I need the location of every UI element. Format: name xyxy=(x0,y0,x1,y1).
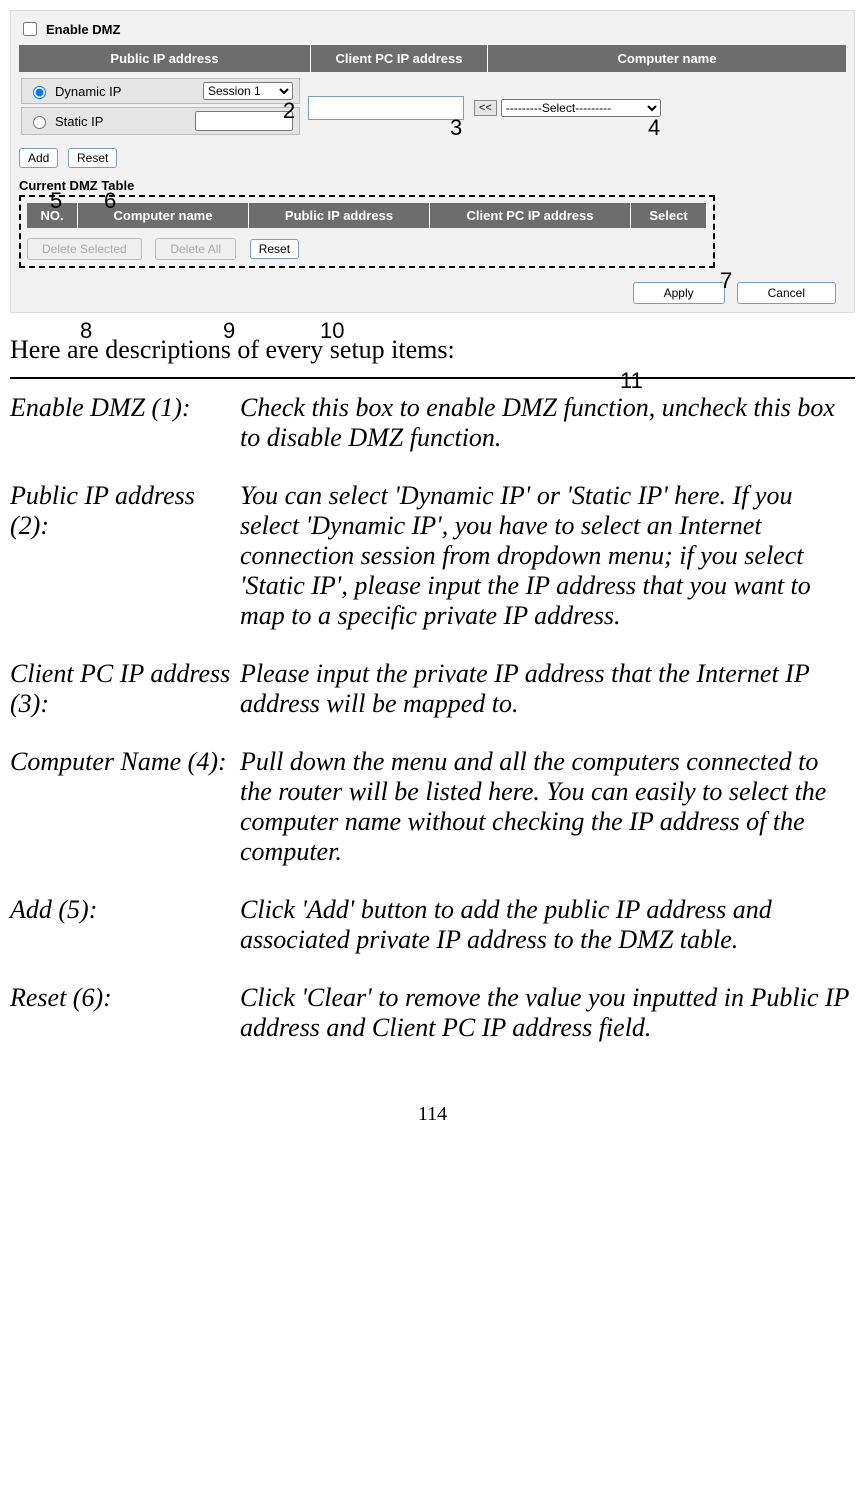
item-text-6: Click 'Clear' to remove the value you in… xyxy=(240,983,855,1043)
page-number: 114 xyxy=(0,1103,865,1146)
dynamic-ip-label: Dynamic IP xyxy=(55,84,121,99)
th-select: Select xyxy=(631,203,707,228)
apply-button[interactable]: Apply xyxy=(633,282,725,304)
callout-4: 4 xyxy=(648,115,660,141)
callout-9: 9 xyxy=(223,318,235,344)
callout-7: 7 xyxy=(720,268,732,294)
static-ip-input[interactable] xyxy=(195,111,293,131)
assign-arrow-button[interactable]: << xyxy=(474,100,497,116)
session-select[interactable]: Session 1 xyxy=(203,82,293,100)
reset-button[interactable]: Reset xyxy=(68,148,117,168)
intro-text: Here are descriptions of every setup ite… xyxy=(10,335,865,365)
item-label-2: Public IP address (2): xyxy=(10,481,240,631)
enable-dmz-checkbox[interactable] xyxy=(23,22,37,36)
callout-8: 8 xyxy=(80,318,92,344)
cancel-button[interactable]: Cancel xyxy=(737,282,836,304)
th-client-pc-ip: Client PC IP address xyxy=(430,203,631,228)
item-text-4: Pull down the menu and all the computers… xyxy=(240,747,855,867)
client-pc-ip-input[interactable] xyxy=(308,96,464,120)
header-client-pc: Client PC IP address xyxy=(311,45,488,72)
separator xyxy=(10,377,855,379)
dynamic-ip-radio[interactable] xyxy=(33,86,46,99)
item-label-5: Add (5): xyxy=(10,895,240,955)
callout-10: 10 xyxy=(320,318,344,344)
delete-selected-button[interactable]: Delete Selected xyxy=(27,238,142,260)
computer-name-select[interactable]: ---------Select--------- xyxy=(501,99,661,117)
static-ip-radio[interactable] xyxy=(33,116,46,129)
column-headers: Public IP address Client PC IP address C… xyxy=(19,45,846,72)
callout-11: 11 xyxy=(620,368,643,394)
header-public-ip: Public IP address xyxy=(19,45,311,72)
item-text-2: You can select 'Dynamic IP' or 'Static I… xyxy=(240,481,855,631)
callout-5: 5 xyxy=(50,188,62,214)
header-computer-name: Computer name xyxy=(488,45,846,72)
item-label-4: Computer Name (4): xyxy=(10,747,240,867)
callout-2: 2 xyxy=(283,98,295,124)
dmz-table-title: Current DMZ Table xyxy=(19,178,846,193)
delete-all-button[interactable]: Delete All xyxy=(155,238,236,260)
item-label-3: Client PC IP address (3): xyxy=(10,659,240,719)
item-label-6: Reset (6): xyxy=(10,983,240,1043)
item-text-5: Click 'Add' button to add the public IP … xyxy=(240,895,855,955)
item-text-1: Check this box to enable DMZ function, u… xyxy=(240,393,855,453)
item-text-3: Please input the private IP address that… xyxy=(240,659,855,719)
th-public-ip: Public IP address xyxy=(249,203,430,228)
static-ip-label: Static IP xyxy=(55,114,103,129)
enable-dmz-label: Enable DMZ xyxy=(46,22,120,37)
callout-3: 3 xyxy=(450,115,462,141)
add-button[interactable]: Add xyxy=(19,148,58,168)
item-label-1: Enable DMZ (1): xyxy=(10,393,240,453)
table-reset-button[interactable]: Reset xyxy=(250,239,299,259)
callout-6: 6 xyxy=(104,188,116,214)
dmz-table-container: NO. Computer name Public IP address Clie… xyxy=(19,195,715,268)
